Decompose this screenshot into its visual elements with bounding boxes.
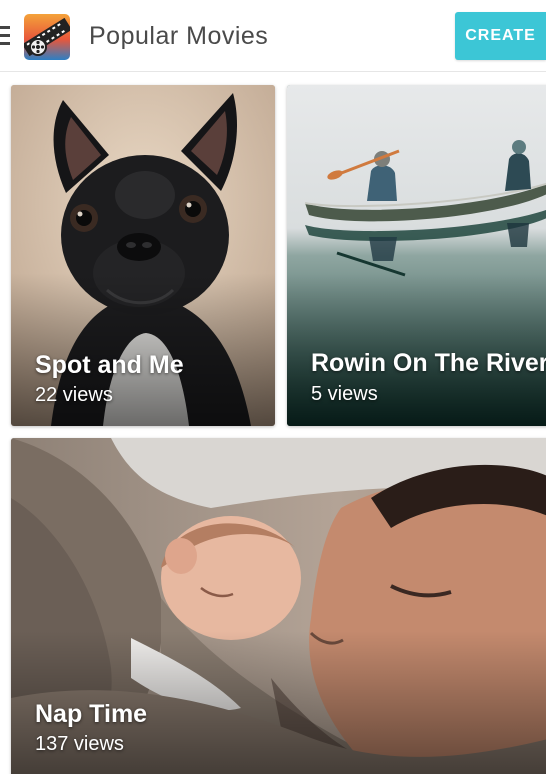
page-title: Popular Movies	[89, 22, 269, 50]
movie-views: 137 views	[35, 733, 124, 755]
hamburger-menu-icon[interactable]	[0, 24, 12, 48]
movie-card[interactable]: Nap Time 137 views	[11, 438, 546, 774]
menu-bar-line	[0, 42, 10, 45]
movie-card[interactable]: Spot and Me 22 views	[11, 85, 275, 426]
film-reel-logo-icon	[24, 14, 70, 60]
app-screen: Popular Movies CREATE Spot and Me 22 vie…	[0, 0, 546, 774]
movie-title: Rowin On The River	[311, 349, 546, 377]
movie-views: 5 views	[311, 383, 378, 405]
create-button[interactable]: CREATE	[455, 12, 546, 60]
menu-bar-line	[0, 26, 10, 29]
movie-card[interactable]: Rowin On The River 5 views	[287, 85, 546, 426]
movie-title: Nap Time	[35, 700, 148, 728]
movie-title: Spot and Me	[35, 351, 184, 379]
menu-bar-line	[0, 34, 10, 37]
top-app-bar: Popular Movies CREATE	[0, 0, 546, 72]
movie-views: 22 views	[35, 384, 113, 406]
